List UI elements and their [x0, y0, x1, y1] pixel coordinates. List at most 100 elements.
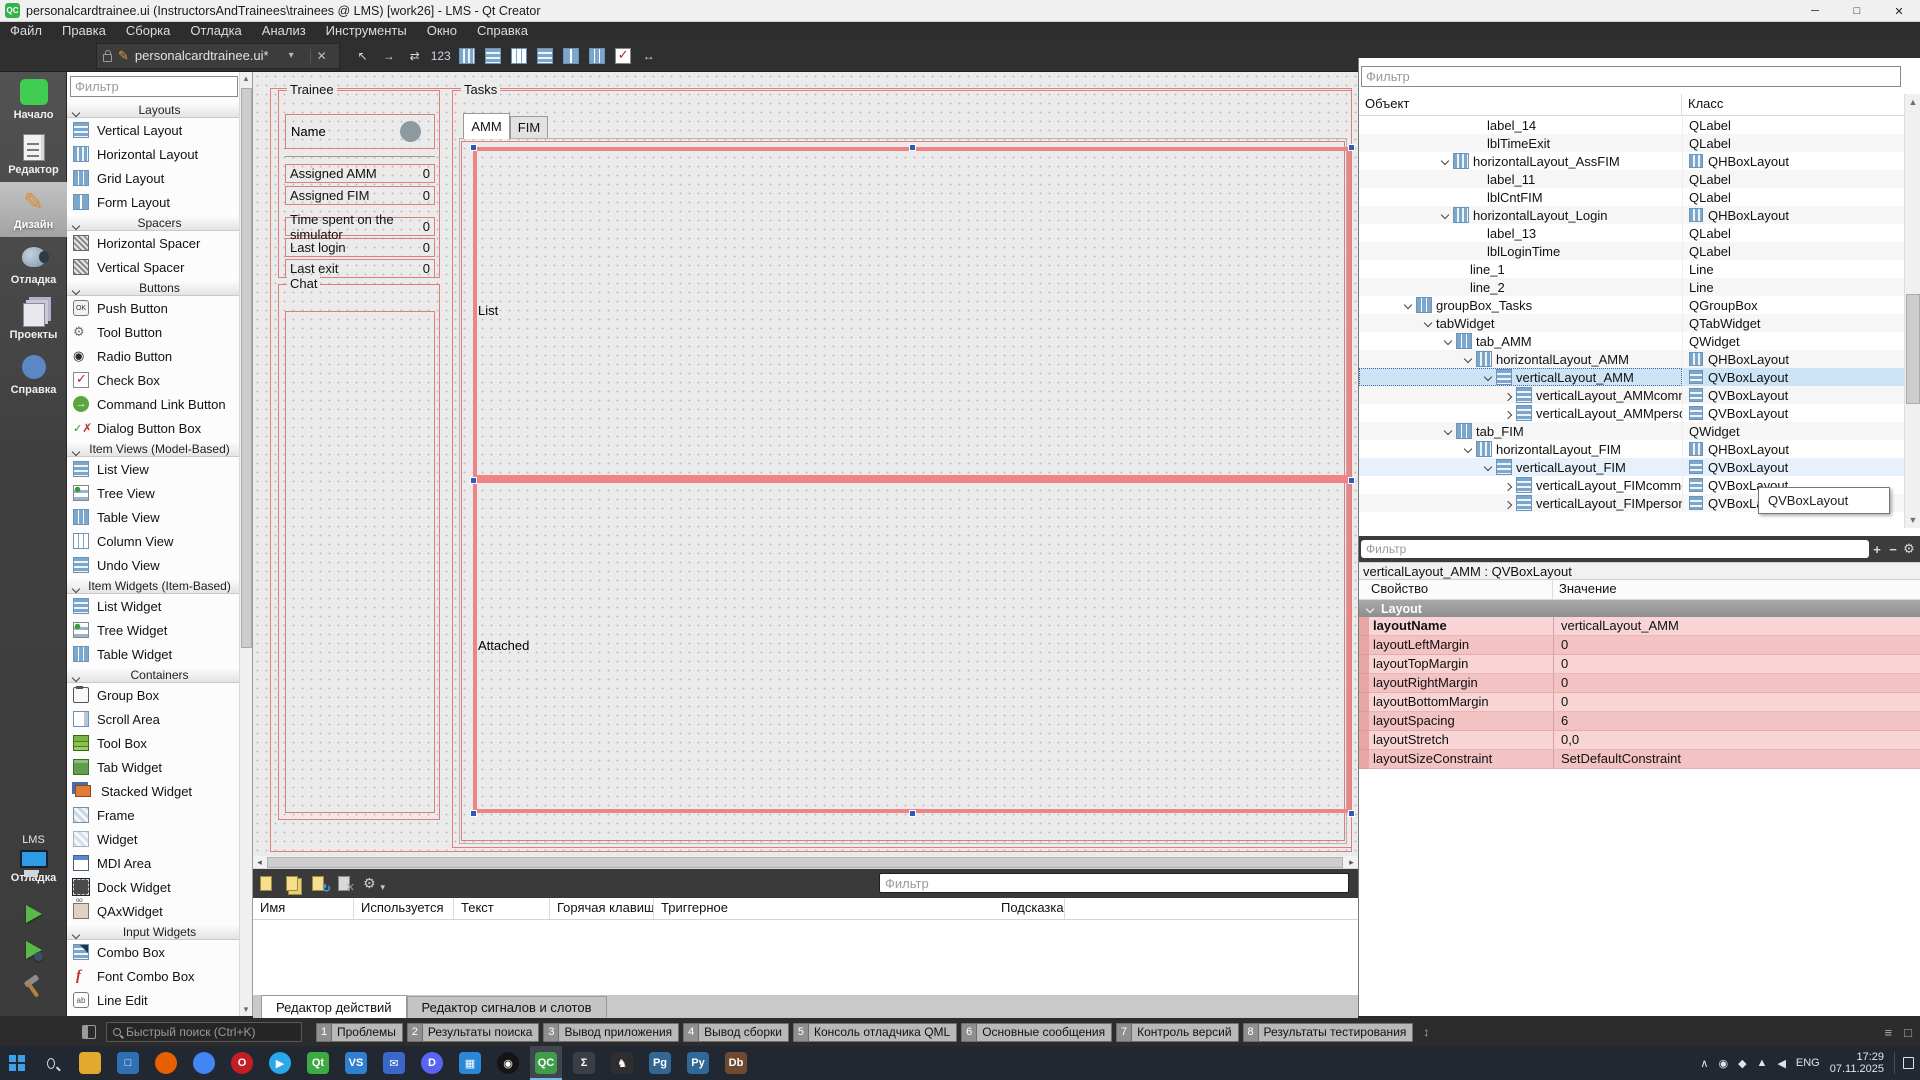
kit-selector-icon[interactable]	[20, 850, 48, 868]
widget-box-row[interactable]: Tab Widget	[67, 755, 252, 779]
qt-creator-active-icon[interactable]: QC	[530, 1046, 562, 1080]
expander-icon[interactable]	[1460, 352, 1476, 367]
action-column-header[interactable]: Используется	[354, 898, 454, 919]
selection-handle[interactable]	[1348, 810, 1355, 817]
selection-handle[interactable]	[470, 477, 477, 484]
tasks-tab[interactable]: AMM	[463, 113, 510, 139]
object-tree-row[interactable]: horizontalLayout_AMM QHBoxLayout	[1359, 350, 1904, 368]
object-tree-scrollbar[interactable]: ▲ ▼	[1904, 94, 1920, 528]
output-pane-button[interactable]: 2 Результаты поиска	[407, 1023, 540, 1042]
telegram-icon[interactable]: ▶	[264, 1046, 296, 1080]
object-column-header[interactable]: Объект	[1359, 94, 1682, 115]
property-row[interactable]: layoutName verticalLayout_AMM	[1359, 617, 1920, 636]
debug-run-button[interactable]	[26, 941, 42, 959]
object-tree-row[interactable]: line_1 Line	[1359, 260, 1904, 278]
widget-box-row[interactable]: Dialog Button Box	[67, 416, 252, 440]
output-pane-button[interactable]: 3 Вывод приложения	[543, 1023, 679, 1042]
security-shield-icon[interactable]: ◆	[1738, 1057, 1746, 1070]
object-tree-row[interactable]: lblLoginTime QLabel	[1359, 242, 1904, 260]
widget-box-row[interactable]: Push Button	[67, 296, 252, 320]
expander-icon[interactable]	[1500, 388, 1516, 403]
mode-button[interactable]: Начало	[0, 72, 67, 127]
property-row[interactable]: layoutRightMargin 0	[1359, 674, 1920, 693]
widget-box-row[interactable]: Column View	[67, 529, 252, 553]
widget-box-row[interactable]: Form Layout	[67, 190, 252, 214]
chat-group-box[interactable]: Chat	[278, 284, 440, 820]
widget-box-row[interactable]: Containers	[67, 666, 252, 683]
scrollbar-thumb[interactable]	[267, 857, 1343, 868]
open-document-selector[interactable]: ✎ personalcardtrainee.ui* ▾ ✕	[96, 43, 340, 69]
scroll-up-icon[interactable]: ▲	[240, 72, 252, 85]
object-tree-row[interactable]: verticalLayout_AMM QVBoxLayout	[1359, 368, 1904, 386]
mode-button[interactable]: Справка	[0, 347, 67, 402]
property-column-header[interactable]: Свойство	[1359, 580, 1553, 599]
object-tree-row[interactable]: verticalLayout_AMMcommon QVBoxLayout	[1359, 386, 1904, 404]
stat-field-row[interactable]: Assigned AMM0	[285, 164, 435, 183]
object-tree-row[interactable]: label_11 QLabel	[1359, 170, 1904, 188]
widget-box-row[interactable]: Buttons	[67, 279, 252, 296]
postgresql-icon[interactable]: Pg	[644, 1046, 676, 1080]
object-tree-row[interactable]: verticalLayout_FIM QVBoxLayout	[1359, 458, 1904, 476]
action-column-header[interactable]: Подсказка	[994, 898, 1065, 919]
layout-grid-icon[interactable]	[588, 47, 606, 65]
new-action-button[interactable]	[259, 875, 275, 893]
property-value[interactable]: 0	[1553, 655, 1920, 673]
obs-icon[interactable]: ◉	[492, 1046, 524, 1080]
output-pane-button[interactable]: 6 Основные сообщения	[961, 1023, 1112, 1042]
close-document-icon[interactable]: ✕	[310, 49, 333, 63]
chevron-down-icon[interactable]: ▾	[275, 50, 294, 61]
taskbar-search-button[interactable]	[34, 1046, 68, 1080]
object-tree-row[interactable]: label_14 QLabel	[1359, 116, 1904, 134]
selection-handle[interactable]	[1348, 144, 1355, 151]
menu-item[interactable]: Справка	[467, 22, 538, 40]
volume-icon[interactable]: ◀	[1777, 1057, 1785, 1070]
configure-property-icon[interactable]: ⚙	[1901, 541, 1917, 557]
name-row[interactable]: Name	[285, 114, 435, 149]
selected-layout-top-region[interactable]	[473, 147, 1351, 479]
property-row[interactable]: layoutBottomMargin 0	[1359, 693, 1920, 712]
run-button[interactable]	[26, 905, 42, 923]
toggle-sidebar-icon[interactable]	[82, 1025, 96, 1039]
widget-box-row[interactable]: Spacers	[67, 214, 252, 231]
property-value[interactable]: SetDefaultConstraint	[1553, 750, 1920, 768]
widget-box-row[interactable]: Text Edit	[67, 1012, 252, 1016]
action-column-header[interactable]: Триггерное	[654, 898, 994, 919]
start-button[interactable]	[0, 1046, 34, 1080]
remove-property-icon[interactable]: −	[1885, 542, 1901, 557]
expander-icon[interactable]	[1480, 460, 1496, 475]
output-pane-button[interactable]: 5 Консоль отладчика QML	[793, 1023, 957, 1042]
network-icon[interactable]: ▲	[1757, 1057, 1768, 1069]
widget-box-row[interactable]: Frame	[67, 803, 252, 827]
scroll-right-icon[interactable]: ▸	[1345, 856, 1358, 869]
widget-box-scrollbar[interactable]: ▲ ▼	[239, 72, 252, 1016]
paste-action-button[interactable]	[311, 875, 327, 893]
widget-box-row[interactable]: Font Combo Box	[67, 964, 252, 988]
widget-box-row[interactable]: Widget	[67, 827, 252, 851]
selection-handle[interactable]	[1348, 477, 1355, 484]
expander-icon[interactable]	[1480, 370, 1496, 385]
widget-box-row[interactable]: Table Widget	[67, 642, 252, 666]
build-button[interactable]	[21, 974, 47, 1000]
widget-box-row[interactable]: Stacked Widget	[67, 779, 252, 803]
break-layout-icon[interactable]	[614, 47, 632, 65]
menu-item[interactable]: Инструменты	[316, 22, 417, 40]
sigma-app-icon[interactable]: Σ	[568, 1046, 600, 1080]
output-pane-button[interactable]: 4 Вывод сборки	[683, 1023, 789, 1042]
expander-icon[interactable]	[1440, 424, 1456, 439]
action-column-header[interactable]: Горячая клавиш	[550, 898, 654, 919]
output-pane-arrows-icon[interactable]: ↕	[1423, 1025, 1429, 1039]
bottom-editor-tab[interactable]: Редактор сигналов и слотов	[407, 996, 607, 1018]
object-tree-row[interactable]: label_13 QLabel	[1359, 224, 1904, 242]
expander-icon[interactable]	[1437, 154, 1453, 169]
object-tree-row[interactable]: line_2 Line	[1359, 278, 1904, 296]
chat-list-box[interactable]	[285, 311, 435, 813]
mode-button[interactable]: Дизайн	[0, 182, 67, 237]
mode-button[interactable]: Отладка	[0, 237, 67, 292]
widget-box-row[interactable]: Tree View	[67, 481, 252, 505]
form-editor-canvas[interactable]: Trainee Name Assigned AMM0 Assigned FIM0	[253, 72, 1358, 856]
locator-search-input[interactable]: Быстрый поиск (Ctrl+K)	[106, 1022, 302, 1042]
action-column-header[interactable]: Текст	[454, 898, 550, 919]
mode-button[interactable]: Проекты	[0, 292, 67, 347]
clock[interactable]: 17:29 07.11.2025	[1830, 1051, 1884, 1075]
value-column-header[interactable]: Значение	[1553, 580, 1617, 599]
